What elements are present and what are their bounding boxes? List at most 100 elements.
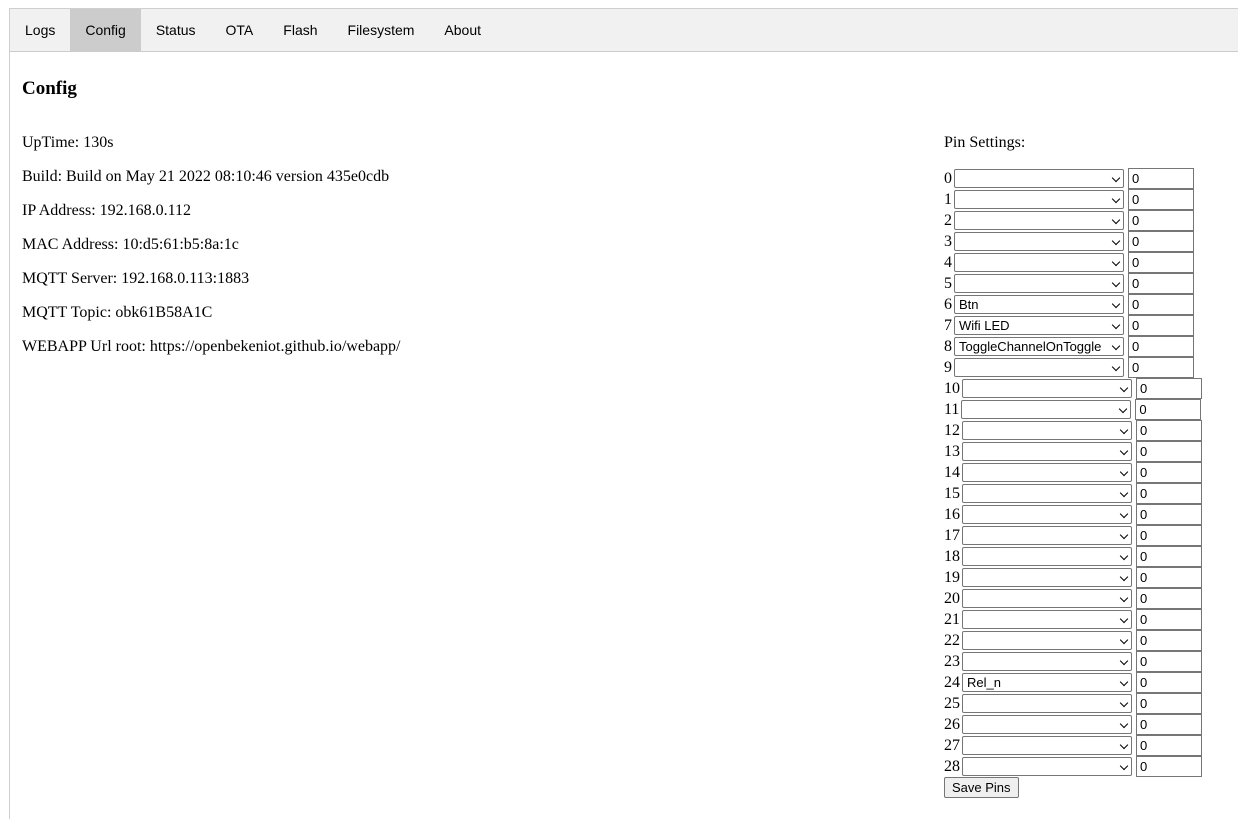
chevron-down-icon — [1111, 299, 1121, 309]
pin-channel-input[interactable] — [1128, 231, 1194, 252]
pin-channel-input[interactable] — [1136, 651, 1202, 672]
pin-role-value: Rel_n — [967, 675, 1001, 690]
pin-role-select[interactable]: Btn — [954, 295, 1124, 314]
pin-role-select[interactable] — [954, 169, 1124, 188]
pin-number: 23 — [944, 653, 960, 670]
pin-number: 26 — [944, 716, 960, 733]
pin-number: 17 — [944, 527, 960, 544]
pin-channel-input[interactable] — [1136, 735, 1202, 756]
pin-number: 22 — [944, 632, 960, 649]
tab-filesystem[interactable]: Filesystem — [333, 9, 430, 52]
pin-number: 11 — [944, 401, 960, 418]
pin-role-select[interactable] — [954, 274, 1124, 293]
pin-role-select[interactable] — [962, 421, 1132, 440]
pin-number: 13 — [944, 443, 960, 460]
tab-status[interactable]: Status — [141, 9, 211, 52]
pin-channel-input[interactable] — [1136, 420, 1202, 441]
tab-logs[interactable]: Logs — [10, 9, 70, 52]
chevron-down-icon — [1111, 320, 1121, 330]
pin-channel-input[interactable] — [1136, 483, 1202, 504]
pin-role-select[interactable] — [954, 232, 1124, 251]
pin-channel-input[interactable] — [1136, 441, 1202, 462]
tab-ota[interactable]: OTA — [211, 9, 269, 52]
pin-row: 6 Btn — [944, 294, 1202, 315]
pin-role-select[interactable] — [962, 715, 1132, 734]
pin-role-select[interactable] — [954, 190, 1124, 209]
pin-channel-input[interactable] — [1128, 189, 1194, 210]
pin-number: 4 — [944, 254, 952, 271]
pin-role-select[interactable]: Wifi LED — [954, 316, 1124, 335]
pin-role-select[interactable] — [962, 589, 1132, 608]
tab-flash[interactable]: Flash — [268, 9, 332, 52]
pin-role-select[interactable] — [962, 652, 1132, 671]
pin-role-select[interactable] — [954, 358, 1124, 377]
pin-number: 3 — [944, 233, 952, 250]
pin-channel-input[interactable] — [1128, 294, 1194, 315]
pin-channel-input[interactable] — [1136, 462, 1202, 483]
chevron-down-icon — [1119, 530, 1129, 540]
pin-channel-input[interactable] — [1128, 336, 1194, 357]
pin-channel-input[interactable] — [1128, 252, 1194, 273]
chevron-down-icon — [1119, 383, 1129, 393]
pin-role-select[interactable] — [961, 400, 1132, 419]
pin-channel-input[interactable] — [1136, 504, 1202, 525]
build-text: Build: Build on May 21 2022 08:10:46 ver… — [22, 168, 390, 185]
pin-channel-input[interactable] — [1136, 378, 1202, 399]
pin-number: 7 — [944, 317, 952, 334]
pin-channel-input[interactable] — [1128, 315, 1194, 336]
pin-role-select[interactable] — [962, 484, 1132, 503]
pin-channel-input[interactable] — [1128, 273, 1194, 294]
pin-channel-input[interactable] — [1128, 168, 1194, 189]
pin-number: 2 — [944, 212, 952, 229]
pin-role-select[interactable] — [962, 757, 1132, 776]
pin-role-select[interactable] — [962, 547, 1132, 566]
pin-channel-input[interactable] — [1136, 714, 1202, 735]
pin-row: 8 ToggleChannelOnToggle — [944, 336, 1202, 357]
pin-channel-input[interactable] — [1136, 693, 1202, 714]
pin-channel-input[interactable] — [1128, 210, 1194, 231]
pin-role-select[interactable] — [962, 610, 1132, 629]
pin-role-select[interactable] — [962, 463, 1132, 482]
pin-channel-input[interactable] — [1136, 546, 1202, 567]
pin-channel-input[interactable] — [1136, 630, 1202, 651]
pin-role-select[interactable]: Rel_n — [962, 673, 1132, 692]
tab-about[interactable]: About — [429, 9, 496, 52]
pin-channel-input[interactable] — [1136, 609, 1202, 630]
pin-row: 28 — [944, 756, 1202, 777]
pin-channel-input[interactable] — [1128, 357, 1194, 378]
pin-row: 7 Wifi LED — [944, 315, 1202, 336]
pin-channel-input[interactable] — [1136, 525, 1202, 546]
pin-row: 21 — [944, 609, 1202, 630]
pin-row: 22 — [944, 630, 1202, 651]
pin-role-select[interactable] — [962, 736, 1132, 755]
chevron-down-icon — [1119, 656, 1129, 666]
pin-row: 10 — [944, 378, 1202, 399]
pin-channel-input[interactable] — [1136, 567, 1202, 588]
pin-settings-title: Pin Settings: — [944, 134, 1026, 151]
pin-channel-input[interactable] — [1135, 399, 1202, 420]
pin-role-value: ToggleChannelOnToggle — [959, 339, 1102, 354]
pin-role-select[interactable] — [962, 442, 1132, 461]
device-info: UpTime: 130s Build: Build on May 21 2022… — [22, 133, 400, 371]
tab-config[interactable]: Config — [70, 9, 141, 52]
pin-row: 19 — [944, 567, 1202, 588]
pin-channel-input[interactable] — [1136, 588, 1202, 609]
pin-role-select[interactable] — [962, 631, 1132, 650]
pin-role-select[interactable] — [954, 211, 1124, 230]
pin-role-select[interactable]: ToggleChannelOnToggle — [954, 337, 1124, 356]
pin-row: 11 — [944, 399, 1202, 420]
mac-address-text: MAC Address: 10:d5:61:b5:8a:1c — [22, 236, 239, 253]
pin-role-select[interactable] — [962, 526, 1132, 545]
pin-role-select[interactable] — [962, 694, 1132, 713]
pin-role-select[interactable] — [962, 505, 1132, 524]
save-pins-button[interactable]: Save Pins — [944, 777, 1019, 798]
chevron-down-icon — [1119, 425, 1129, 435]
pin-role-select[interactable] — [962, 379, 1132, 398]
pin-number: 15 — [944, 485, 960, 502]
chevron-down-icon — [1111, 341, 1121, 351]
pin-role-select[interactable] — [962, 568, 1132, 587]
pin-role-select[interactable] — [954, 253, 1124, 272]
pin-channel-input[interactable] — [1136, 672, 1202, 693]
chevron-down-icon — [1119, 551, 1129, 561]
pin-channel-input[interactable] — [1136, 756, 1202, 777]
